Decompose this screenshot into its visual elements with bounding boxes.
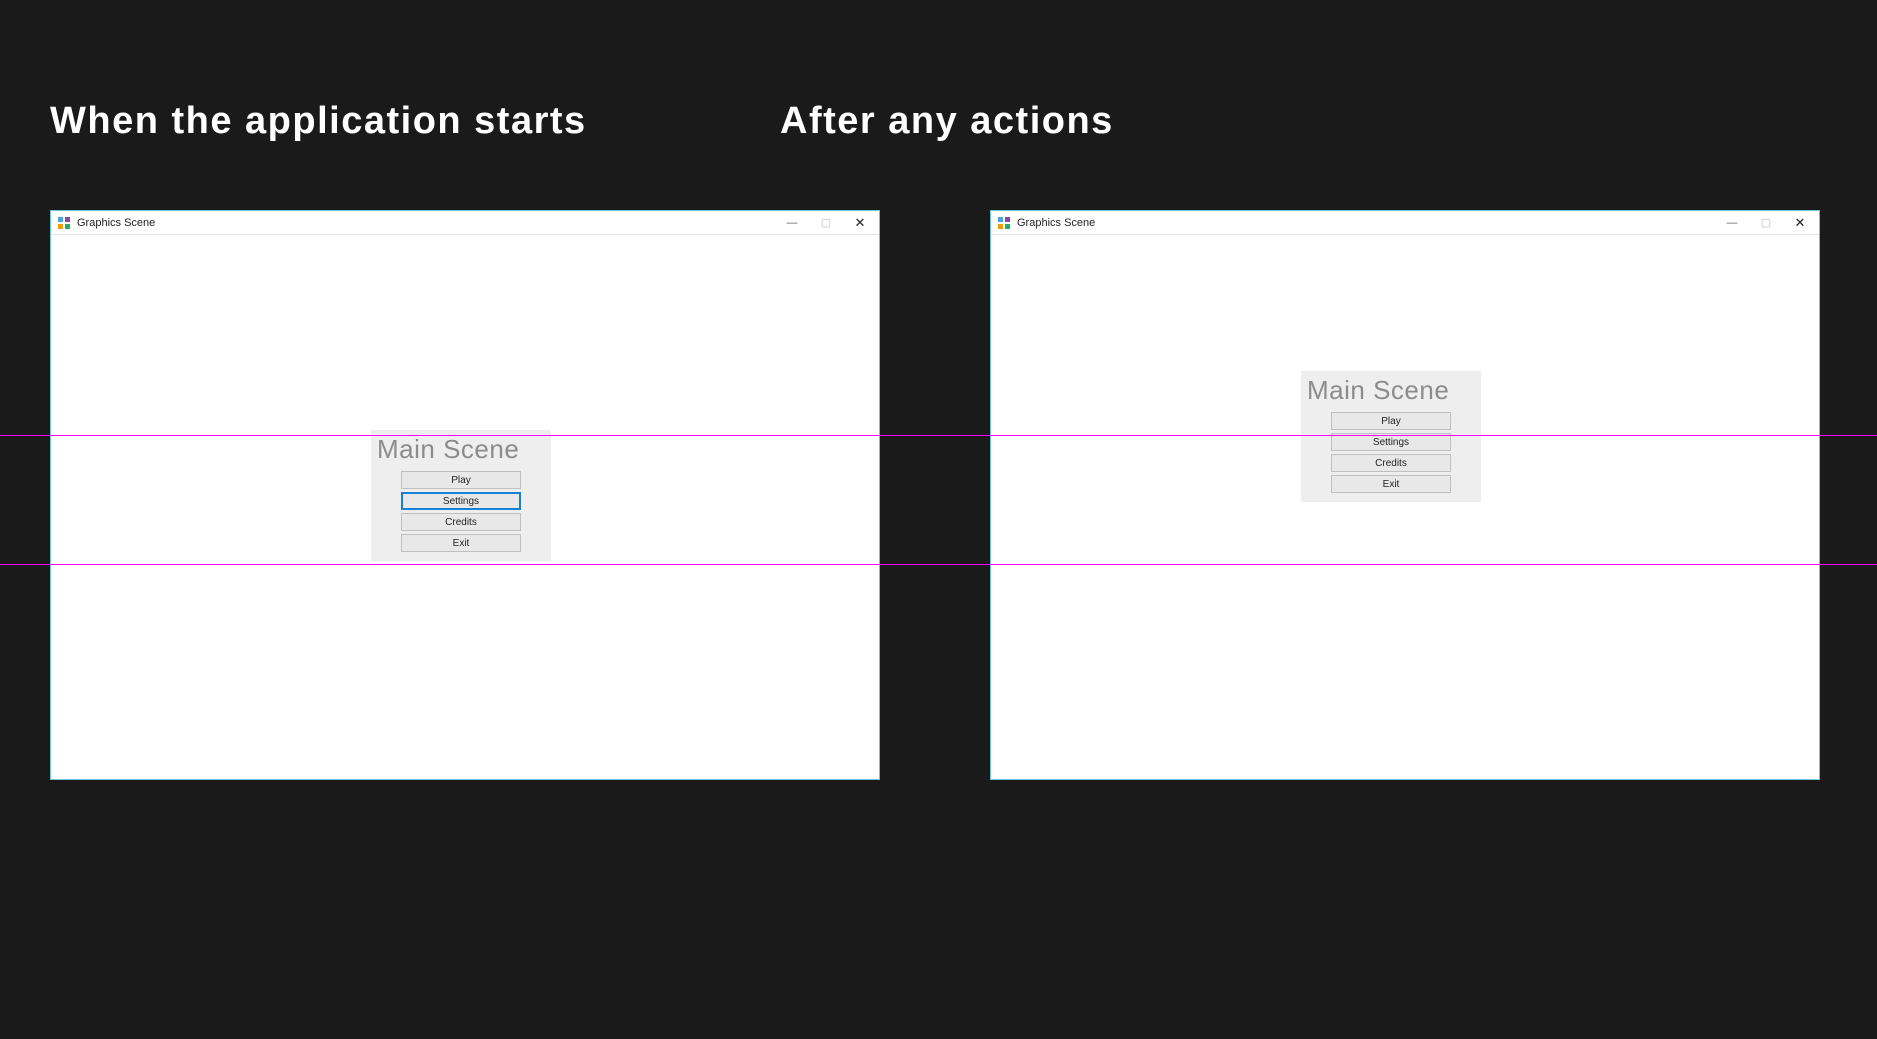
app-icon — [57, 216, 71, 230]
minimize-button[interactable]: — — [1715, 212, 1749, 234]
titlebar: Graphics Scene — ▢ ✕ — [51, 211, 879, 235]
close-button[interactable]: ✕ — [1783, 212, 1817, 234]
settings-button[interactable]: Settings — [401, 492, 521, 510]
main-menu: Main Scene Play Settings Credits Exit — [1301, 371, 1481, 502]
close-button[interactable]: ✕ — [843, 212, 877, 234]
client-area: Main Scene Play Settings Credits Exit — [51, 235, 879, 779]
maximize-button[interactable]: ▢ — [809, 212, 843, 234]
menu-title: Main Scene — [1301, 371, 1481, 412]
titlebar: Graphics Scene — ▢ ✕ — [991, 211, 1819, 235]
minimize-button[interactable]: — — [775, 212, 809, 234]
play-button[interactable]: Play — [401, 471, 521, 489]
settings-button[interactable]: Settings — [1331, 433, 1451, 451]
exit-button[interactable]: Exit — [1331, 475, 1451, 493]
window-title: Graphics Scene — [1017, 217, 1095, 229]
caption-left: When the application starts — [50, 100, 587, 143]
main-menu: Main Scene Play Settings Credits Exit — [371, 430, 551, 561]
caption-right: After any actions — [780, 100, 1114, 143]
comparison-canvas: When the application starts After any ac… — [0, 0, 1877, 1039]
menu-title: Main Scene — [371, 430, 551, 471]
play-button[interactable]: Play — [1331, 412, 1451, 430]
maximize-button[interactable]: ▢ — [1749, 212, 1783, 234]
app-icon — [997, 216, 1011, 230]
app-window-after: Graphics Scene — ▢ ✕ Main Scene Play Set… — [990, 210, 1820, 780]
exit-button[interactable]: Exit — [401, 534, 521, 552]
credits-button[interactable]: Credits — [401, 513, 521, 531]
client-area: Main Scene Play Settings Credits Exit — [991, 235, 1819, 779]
credits-button[interactable]: Credits — [1331, 454, 1451, 472]
app-window-initial: Graphics Scene — ▢ ✕ Main Scene Play Set… — [50, 210, 880, 780]
window-title: Graphics Scene — [77, 217, 155, 229]
